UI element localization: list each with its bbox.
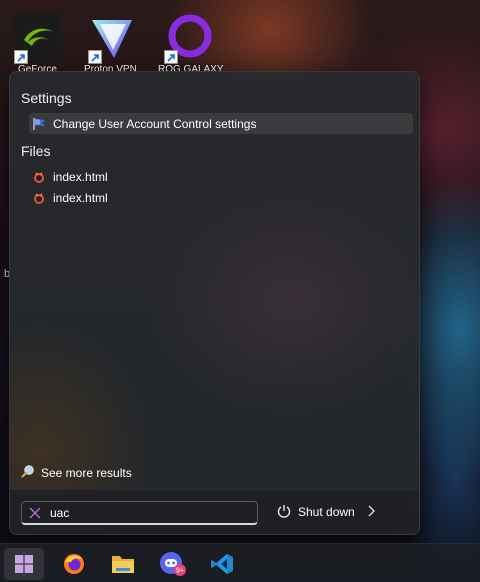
- result-file-index-1[interactable]: index.html: [29, 166, 413, 187]
- start-icon: [15, 555, 33, 573]
- taskbar: 9+: [0, 543, 480, 582]
- html-file-icon: [32, 191, 46, 205]
- taskbar-firefox[interactable]: [54, 548, 94, 580]
- result-label: index.html: [53, 169, 108, 184]
- magnifier-icon: [21, 464, 35, 481]
- see-more-label: See more results: [41, 465, 132, 480]
- desktop-icon-geforce[interactable]: [14, 14, 62, 64]
- shut-down-button[interactable]: Shut down: [272, 500, 359, 524]
- result-label: index.html: [53, 190, 108, 205]
- vscode-icon: [211, 554, 233, 574]
- uac-flag-icon: [32, 117, 46, 131]
- result-label: Change User Account Control settings: [53, 116, 257, 131]
- section-header-files: Files: [21, 143, 51, 159]
- see-more-results-link[interactable]: See more results: [21, 464, 132, 481]
- search-clear-icon[interactable]: [28, 506, 42, 520]
- shortcut-arrow-icon: [164, 50, 178, 64]
- taskbar-discord[interactable]: 9+: [153, 548, 193, 580]
- search-box[interactable]: [21, 501, 258, 525]
- discord-badge: 9+: [176, 568, 184, 575]
- section-header-settings: Settings: [21, 90, 72, 106]
- shut-down-label: Shut down: [298, 505, 355, 519]
- chevron-right-icon[interactable]: [367, 503, 377, 524]
- result-uac-settings[interactable]: Change User Account Control settings: [29, 113, 413, 134]
- power-icon: [276, 503, 292, 522]
- start-footer: Shut down: [10, 489, 419, 534]
- start-button[interactable]: [4, 548, 44, 580]
- discord-icon: 9+: [160, 552, 186, 576]
- html-file-icon: [32, 170, 46, 184]
- desktop-icon-proton-vpn[interactable]: [88, 14, 136, 64]
- desktop-icon-rog-galaxy[interactable]: [164, 14, 212, 64]
- taskbar-vscode[interactable]: [202, 548, 242, 580]
- shortcut-arrow-icon: [88, 50, 102, 64]
- result-file-index-2[interactable]: index.html: [29, 187, 413, 208]
- start-search-panel: Settings Change User Account Control set…: [9, 71, 420, 535]
- file-explorer-icon: [112, 556, 134, 573]
- shortcut-arrow-icon: [14, 50, 28, 64]
- taskbar-file-explorer[interactable]: [103, 548, 143, 580]
- firefox-icon: [64, 554, 84, 574]
- search-input[interactable]: [50, 505, 240, 520]
